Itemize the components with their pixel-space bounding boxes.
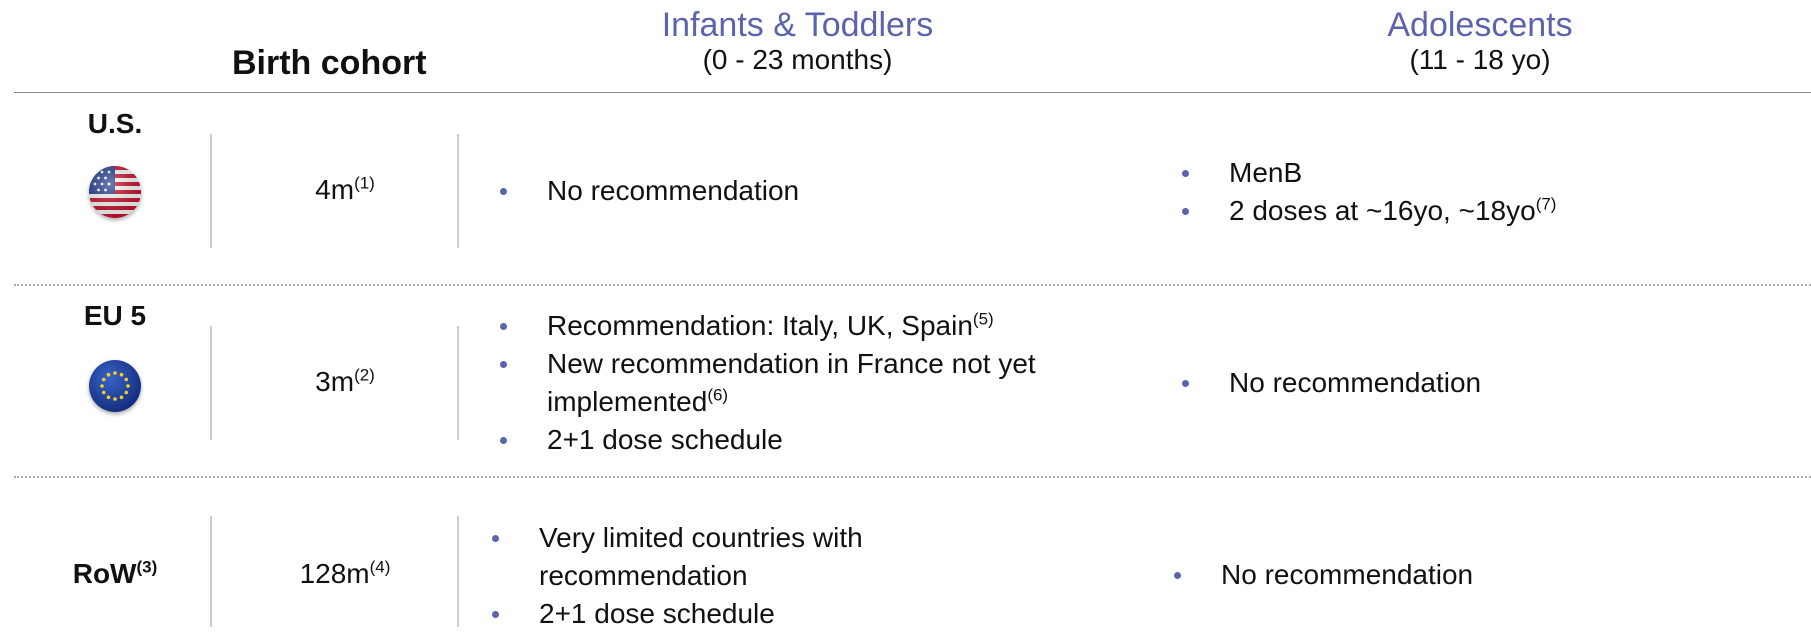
adolescents-title: Adolescents	[1387, 6, 1573, 44]
us-infants-list: No recommendation	[495, 172, 1115, 210]
cohort-row: 128m(4)	[260, 558, 430, 590]
cohort-us-note: (1)	[354, 173, 375, 193]
row-us-divider-left	[210, 134, 212, 248]
eu5-infants-list: Recommendation: Italy, UK, Spain(5) New …	[495, 307, 1135, 459]
row-row-divider-right	[457, 516, 459, 627]
birth-cohort-header: Birth cohort	[232, 44, 427, 82]
row-row-divider-left	[210, 516, 212, 627]
list-item: Very limited countries with recommendati…	[487, 519, 889, 595]
footnote-ref: (7)	[1535, 194, 1557, 214]
list-item: New recommendation in France not yet imp…	[495, 345, 1107, 421]
list-item-text: No recommendation	[1229, 367, 1482, 398]
list-item: 2 doses at ~16yo, ~18yo(7)	[1177, 192, 1797, 230]
list-item-text: MenB	[1229, 157, 1303, 188]
cohort-row-note: (4)	[369, 557, 391, 577]
list-item: MenB	[1177, 154, 1797, 192]
list-item-text: 2+1 dose schedule	[547, 424, 783, 455]
cohort-eu5: 3m(2)	[260, 366, 430, 398]
list-item: 2+1 dose schedule	[495, 421, 1135, 459]
list-item: Recommendation: Italy, UK, Spain(5)	[495, 307, 1135, 345]
region-us-label: U.S.	[87, 108, 143, 139]
cohort-row-value: 128m	[299, 558, 370, 589]
list-item: 2+1 dose schedule	[487, 595, 927, 633]
cohort-eu5-note: (2)	[354, 365, 375, 385]
us-flag-icon	[89, 166, 141, 218]
row-eu5-divider-left	[210, 326, 212, 440]
infants-header: Infants & Toddlers (0 - 23 months)	[600, 6, 995, 76]
region-row-text: RoW	[72, 558, 137, 589]
region-row-label: RoW(3)	[65, 558, 165, 590]
region-row-note: (3)	[136, 557, 158, 577]
row-divider	[14, 284, 1811, 286]
list-item-text: Very limited countries with recommendati…	[539, 522, 863, 591]
header-divider	[14, 92, 1811, 93]
infants-title: Infants & Toddlers	[661, 6, 934, 44]
adolescents-subtitle: (11 - 18 yo)	[1409, 44, 1551, 75]
row-eu5-divider-right	[457, 326, 459, 440]
list-item: No recommendation	[1177, 364, 1797, 402]
row-us-divider-right	[457, 134, 459, 248]
region-eu5-label: EU 5	[83, 300, 147, 331]
cohort-eu5-value: 3m	[315, 366, 355, 397]
footnote-ref: (6)	[707, 385, 729, 405]
list-item-text: Recommendation: Italy, UK, Spain	[547, 310, 973, 341]
footnote-ref: (5)	[972, 309, 994, 329]
cohort-us-value: 4m	[315, 174, 355, 205]
list-item-text: 2 doses at ~16yo, ~18yo	[1229, 195, 1536, 226]
row-infants-list: Very limited countries with recommendati…	[487, 519, 927, 633]
infants-subtitle: (0 - 23 months)	[702, 44, 893, 75]
eu5-adolescents-list: No recommendation	[1177, 364, 1797, 402]
list-item-text: New recommendation in France not yet imp…	[547, 348, 1036, 417]
us-adolescents-list: MenB 2 doses at ~16yo, ~18yo(7)	[1177, 154, 1797, 230]
row-adolescents-list: No recommendation	[1169, 556, 1789, 594]
adolescents-header: Adolescents (11 - 18 yo)	[1280, 6, 1680, 76]
row-divider	[14, 476, 1811, 478]
cohort-us: 4m(1)	[260, 174, 430, 206]
eu-flag-icon	[89, 360, 141, 412]
list-item-text: No recommendation	[547, 175, 800, 206]
list-item-text: No recommendation	[1221, 559, 1474, 590]
list-item: No recommendation	[495, 172, 1115, 210]
list-item: No recommendation	[1169, 556, 1789, 594]
list-item-text: 2+1 dose schedule	[539, 598, 775, 629]
